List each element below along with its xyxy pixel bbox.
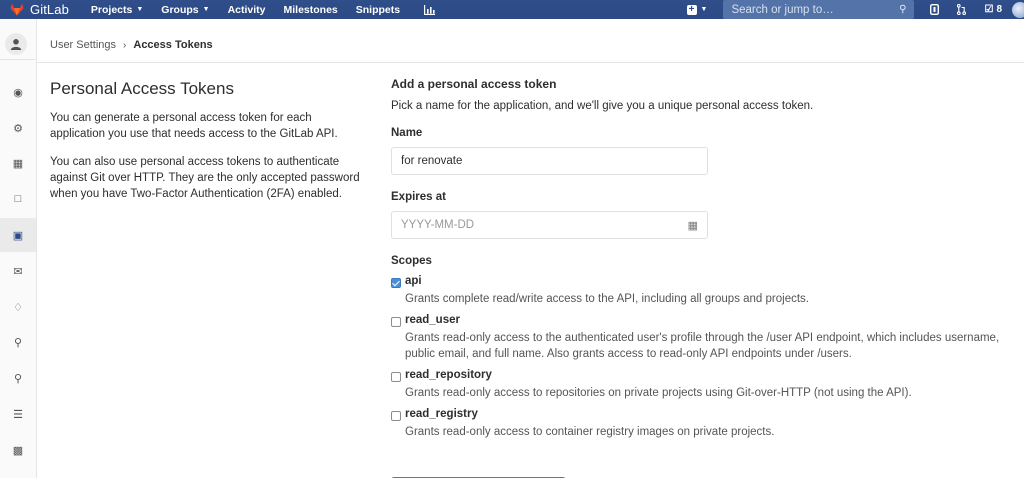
scope-api-checkbox[interactable] [391, 278, 401, 288]
form-intro: Pick a name for the application, and we'… [391, 100, 814, 112]
scope-read-repository: read_repository Grants read-only access … [391, 369, 1024, 401]
name-field[interactable] [391, 147, 708, 175]
key-alt-icon: ⚲ [13, 372, 23, 385]
gitlab-tanuki-icon [10, 3, 24, 16]
breadcrumb: User Settings › Access Tokens [50, 39, 213, 51]
chat-bubble-icon: □ [14, 193, 22, 205]
search-input[interactable] [731, 3, 900, 16]
expires-field[interactable]: ▦ [391, 211, 708, 239]
breadcrumb-access-tokens[interactable]: Access Tokens [133, 39, 212, 51]
intro-paragraph-2: You can also use personal access tokens … [50, 156, 360, 200]
scope-read-registry: read_registry Grants read-only access to… [391, 408, 1024, 440]
bar-chart-icon [424, 4, 436, 15]
sidebar-item-active-sessions[interactable]: ▩ [0, 433, 36, 467]
account-gear-icon: ⚙ [13, 122, 23, 135]
form-heading: Add a personal access token [391, 77, 557, 91]
expires-label: Expires at [391, 191, 446, 203]
scopes-label: Scopes [391, 255, 432, 267]
todo-check-icon: ☑ [984, 4, 994, 15]
scope-read-user-checkbox[interactable] [391, 317, 401, 327]
scope-api: api Grants complete read/write access to… [391, 275, 1024, 307]
sliders-icon: ☰ [13, 408, 23, 421]
sidebar-item-chat[interactable]: □ [0, 182, 36, 216]
todos-button[interactable]: ☑ 8 [984, 4, 1002, 15]
breadcrumb-user-settings[interactable]: User Settings [50, 39, 116, 51]
nav-milestones-label: Milestones [283, 3, 338, 16]
user-avatar-menu[interactable] [1012, 1, 1024, 18]
nav-milestones[interactable]: Milestones [284, 4, 338, 16]
merge-requests-button[interactable] [957, 4, 967, 15]
sidebar-item-gpg-keys[interactable]: ⚲ [0, 361, 36, 395]
gitlab-logo[interactable]: GitLab [10, 2, 69, 17]
logo-text: GitLab [30, 2, 69, 17]
expires-input[interactable] [401, 219, 688, 231]
scope-read-repository-checkbox[interactable] [391, 372, 401, 382]
issues-button[interactable] [930, 4, 940, 15]
scope-read-user-desc: Grants read-only access to the authentic… [405, 332, 1000, 360]
bell-icon: ♢ [13, 301, 23, 314]
merge-request-icon [957, 4, 967, 15]
sidebar-item-emails[interactable]: ✉ [0, 254, 36, 288]
chevron-down-icon: ▼ [700, 6, 708, 13]
envelope-icon: ✉ [13, 265, 23, 278]
nav-activity-label: Activity [227, 3, 266, 16]
user-avatar[interactable] [5, 33, 27, 55]
sidebar-item-profile[interactable]: ◉ [0, 75, 36, 109]
todo-count: 8 [996, 4, 1002, 15]
plus-icon: + [686, 4, 697, 15]
chevron-down-icon: ▼ [136, 6, 144, 13]
sidebar-item-ssh-keys[interactable]: ⚲ [0, 325, 36, 359]
profile-icon: ◉ [13, 86, 23, 99]
nav-groups-label: Groups [161, 3, 199, 16]
scope-read-user: read_user Grants read-only access to the… [391, 314, 1024, 362]
token-icon: ▣ [12, 229, 24, 242]
key-icon: ⚲ [13, 336, 23, 349]
sidebar-item-notifications[interactable]: ♢ [0, 290, 36, 324]
scope-api-name[interactable]: api [405, 275, 1024, 287]
scope-read-registry-desc: Grants read-only access to container reg… [405, 426, 775, 438]
sidebar-item-access-tokens[interactable]: ▣ [0, 218, 36, 252]
sidebar-divider [0, 59, 37, 60]
scope-api-desc: Grants complete read/write access to the… [405, 293, 809, 305]
sidebar-item-account[interactable]: ⚙ [0, 111, 36, 145]
intro-paragraph-1: You can generate a personal access token… [50, 112, 338, 140]
analytics-button[interactable] [424, 4, 436, 15]
calendar-icon[interactable]: ▦ [688, 219, 698, 232]
sidebar-item-applications[interactable]: ▦ [0, 146, 36, 180]
search-icon: ⚲ [899, 4, 907, 15]
scope-read-registry-checkbox[interactable] [391, 411, 401, 421]
user-silhouette-icon [10, 39, 22, 50]
issues-icon [930, 4, 940, 15]
scope-read-repository-desc: Grants read-only access to repositories … [405, 387, 912, 399]
new-dropdown-button[interactable]: + ▼ [686, 4, 708, 15]
monitor-icon: ▩ [12, 444, 24, 457]
nav-activity[interactable]: Activity [228, 4, 266, 16]
nav-snippets-label: Snippets [355, 3, 401, 16]
nav-snippets[interactable]: Snippets [356, 4, 400, 16]
token-form: Add a personal access token Pick a name … [391, 77, 1024, 478]
nav-projects-label: Projects [90, 3, 133, 16]
intro-column: Personal Access Tokens You can generate … [50, 79, 360, 214]
chevron-down-icon: ▼ [202, 6, 210, 13]
applications-grid-icon: ▦ [12, 157, 24, 170]
top-navbar: GitLab Projects ▼ Groups ▼ Activity Mile… [0, 0, 1024, 19]
name-input[interactable] [401, 155, 698, 167]
nav-groups[interactable]: Groups ▼ [161, 4, 209, 16]
topbar-right: + ▼ ⚲ ☑ 8 [686, 0, 1024, 19]
sidebar-item-preferences[interactable]: ☰ [0, 397, 36, 431]
name-label: Name [391, 127, 423, 139]
search-box[interactable]: ⚲ [723, 0, 915, 19]
scope-read-user-name[interactable]: read_user [405, 314, 1024, 326]
scope-read-registry-name[interactable]: read_registry [405, 408, 1024, 420]
page-title: Personal Access Tokens [50, 79, 234, 98]
chevron-right-icon: › [123, 39, 127, 51]
breadcrumb-divider [37, 62, 1024, 63]
nav-projects[interactable]: Projects ▼ [91, 4, 143, 16]
scope-read-repository-name[interactable]: read_repository [405, 369, 1024, 381]
settings-sidebar: ◉ ⚙ ▦ □ ▣ ✉ ♢ ⚲ ⚲ ☰ ▩ [0, 19, 37, 478]
